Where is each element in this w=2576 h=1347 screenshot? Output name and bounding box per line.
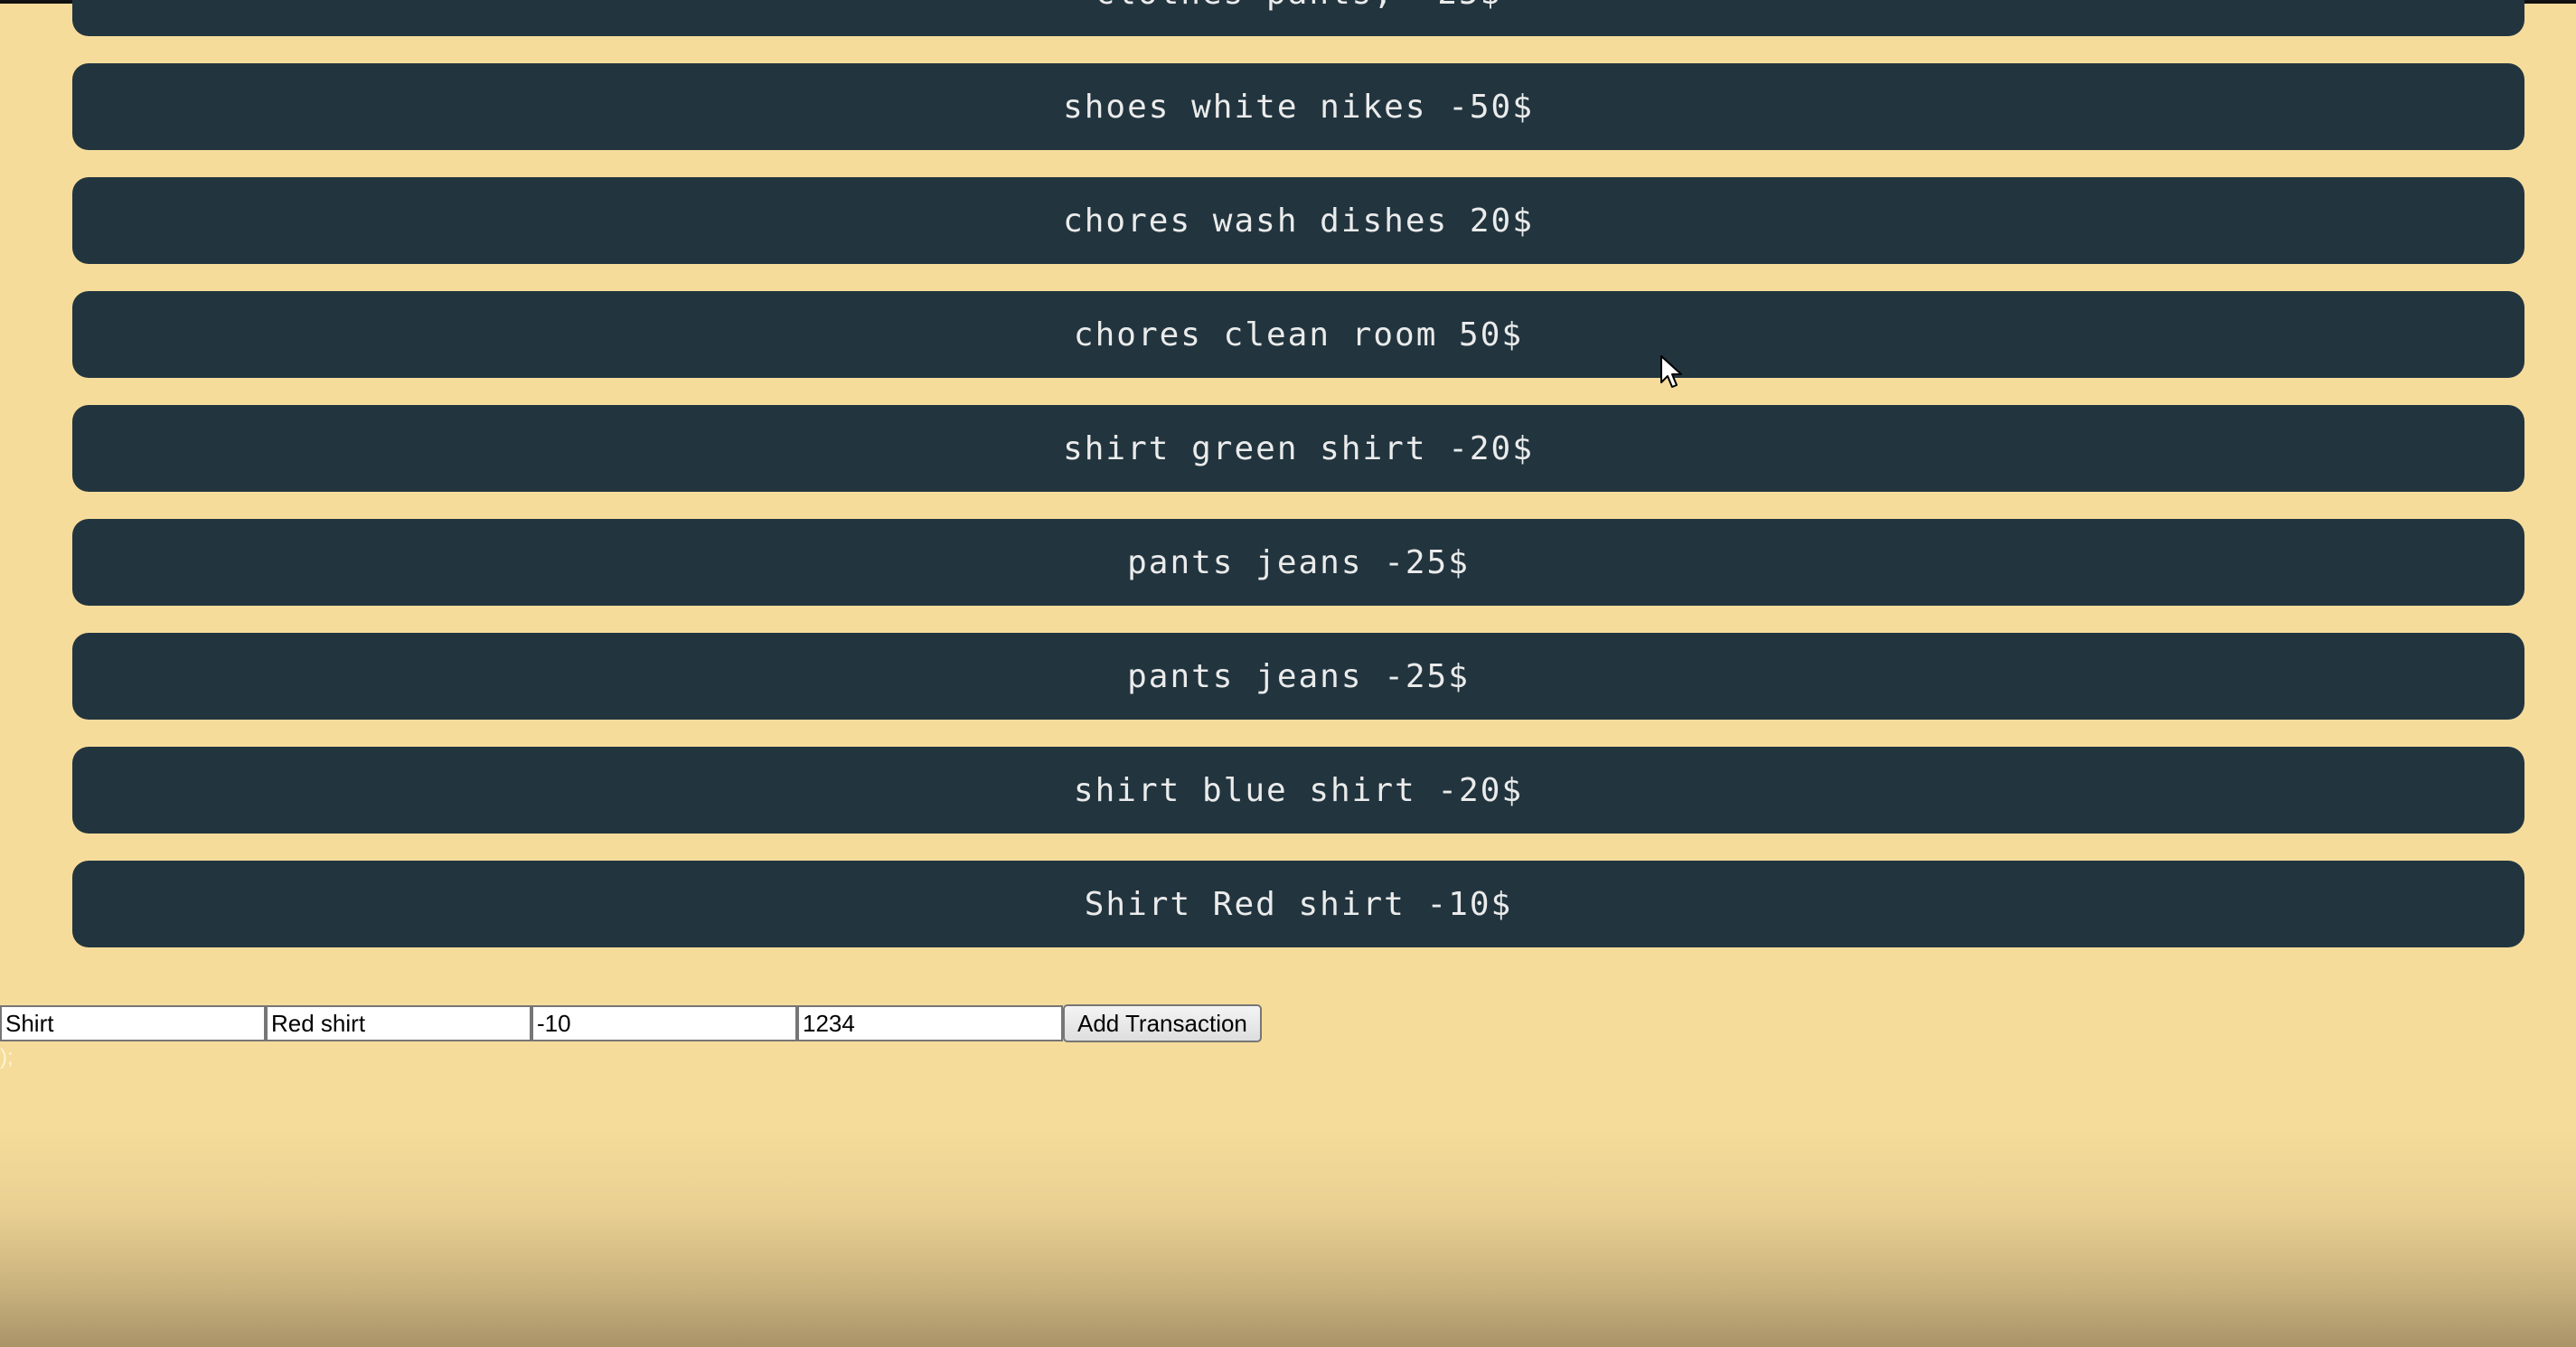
transaction-text: chores clean room 50$ [1073, 316, 1524, 353]
transaction-list: clothes pants, -25$ shoes white nikes -5… [72, 0, 2524, 975]
transaction-text: shirt green shirt -20$ [1063, 429, 1534, 467]
transaction-item[interactable]: chores wash dishes 20$ [72, 177, 2524, 264]
transaction-item[interactable]: Shirt Red shirt -10$ [72, 861, 2524, 947]
stray-code-text: ); [0, 1045, 14, 1069]
mouse-pointer-icon [1659, 354, 1687, 394]
transaction-item[interactable]: clothes pants, -25$ [72, 0, 2524, 36]
transaction-text: pants jeans -25$ [1127, 657, 1470, 695]
transaction-text: pants jeans -25$ [1127, 543, 1470, 581]
transaction-item[interactable]: shirt green shirt -20$ [72, 405, 2524, 492]
transaction-text: Shirt Red shirt -10$ [1084, 885, 1513, 923]
transaction-text: shirt blue shirt -20$ [1073, 771, 1524, 809]
transaction-text: chores wash dishes 20$ [1063, 202, 1534, 240]
category-input[interactable] [0, 1005, 266, 1041]
transaction-text: shoes white nikes -50$ [1063, 88, 1534, 126]
transaction-item[interactable]: shirt blue shirt -20$ [72, 747, 2524, 834]
amount-input[interactable] [531, 1005, 797, 1041]
transaction-item[interactable]: pants jeans -25$ [72, 519, 2524, 606]
transaction-text: clothes pants, -25$ [1095, 0, 1502, 12]
transaction-item[interactable]: shoes white nikes -50$ [72, 63, 2524, 150]
add-transaction-form: Add Transaction [0, 1004, 1262, 1042]
add-transaction-button[interactable]: Add Transaction [1063, 1004, 1262, 1042]
transaction-item[interactable]: pants jeans -25$ [72, 633, 2524, 720]
description-input[interactable] [266, 1005, 531, 1041]
transaction-item[interactable]: chores clean room 50$ [72, 291, 2524, 378]
id-input[interactable] [797, 1005, 1063, 1041]
